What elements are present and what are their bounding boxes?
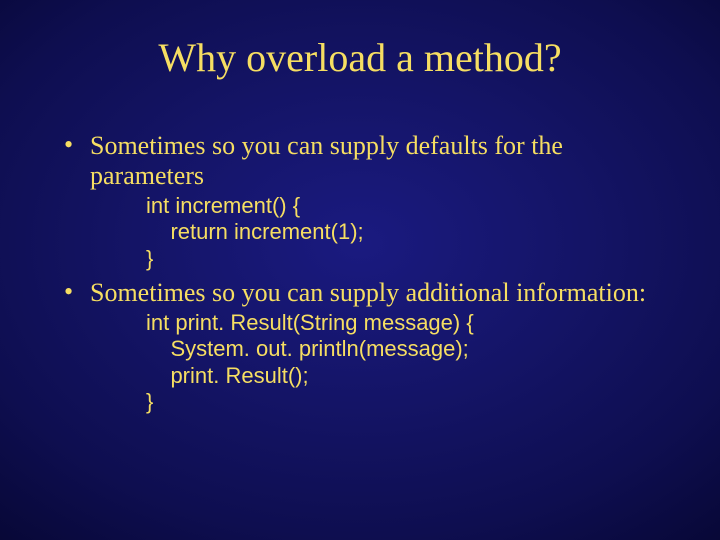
bullet-text: Sometimes so you can supply additional i…: [90, 278, 670, 308]
slide-title: Why overload a method?: [0, 0, 720, 81]
slide-body: Sometimes so you can supply defaults for…: [0, 81, 720, 415]
list-item: Sometimes so you can supply defaults for…: [60, 131, 670, 272]
bullet-text: Sometimes so you can supply defaults for…: [90, 131, 670, 191]
bullet-list: Sometimes so you can supply defaults for…: [60, 131, 670, 415]
slide: Why overload a method? Sometimes so you …: [0, 0, 720, 540]
list-item: Sometimes so you can supply additional i…: [60, 278, 670, 415]
code-block: int print. Result(String message) { Syst…: [146, 310, 670, 416]
code-block: int increment() { return increment(1); }: [146, 193, 670, 272]
